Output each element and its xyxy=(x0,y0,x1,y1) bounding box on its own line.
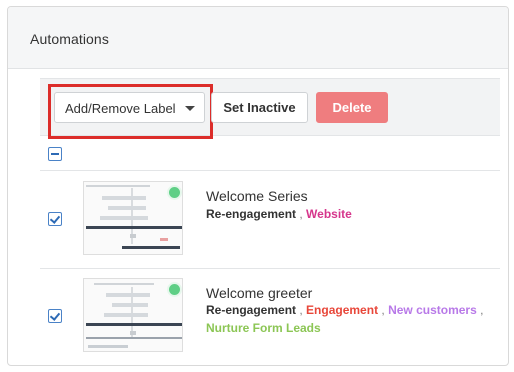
automation-labels: Re-engagement , Website xyxy=(206,207,352,221)
automation-name[interactable]: Welcome greeter xyxy=(206,285,312,301)
label-tag[interactable]: Engagement xyxy=(306,303,378,317)
row-divider xyxy=(40,170,500,171)
active-status-icon xyxy=(167,282,182,297)
automation-name[interactable]: Welcome Series xyxy=(206,188,308,204)
label-tag[interactable]: New customers xyxy=(388,303,477,317)
page-title: Automations xyxy=(30,31,109,47)
row-checkbox[interactable] xyxy=(48,309,62,323)
label-tag[interactable]: Nurture Form Leads xyxy=(206,321,321,335)
automation-labels: Re-engagement , Engagement , New custome… xyxy=(206,303,484,335)
row-divider xyxy=(40,268,500,269)
automation-thumbnail[interactable] xyxy=(83,278,183,352)
set-inactive-button[interactable]: Set Inactive xyxy=(211,92,308,123)
label-tag[interactable]: Website xyxy=(306,207,352,221)
panel-header: Automations xyxy=(8,7,508,69)
active-status-icon xyxy=(167,185,182,200)
automation-thumbnail[interactable] xyxy=(83,181,183,255)
row-checkbox[interactable] xyxy=(48,212,62,226)
label-tag[interactable]: Re-engagement xyxy=(206,207,296,221)
select-all-checkbox[interactable] xyxy=(48,147,62,161)
highlight-box xyxy=(48,84,213,139)
delete-button[interactable]: Delete xyxy=(316,92,388,123)
label-tag[interactable]: Re-engagement xyxy=(206,303,296,317)
